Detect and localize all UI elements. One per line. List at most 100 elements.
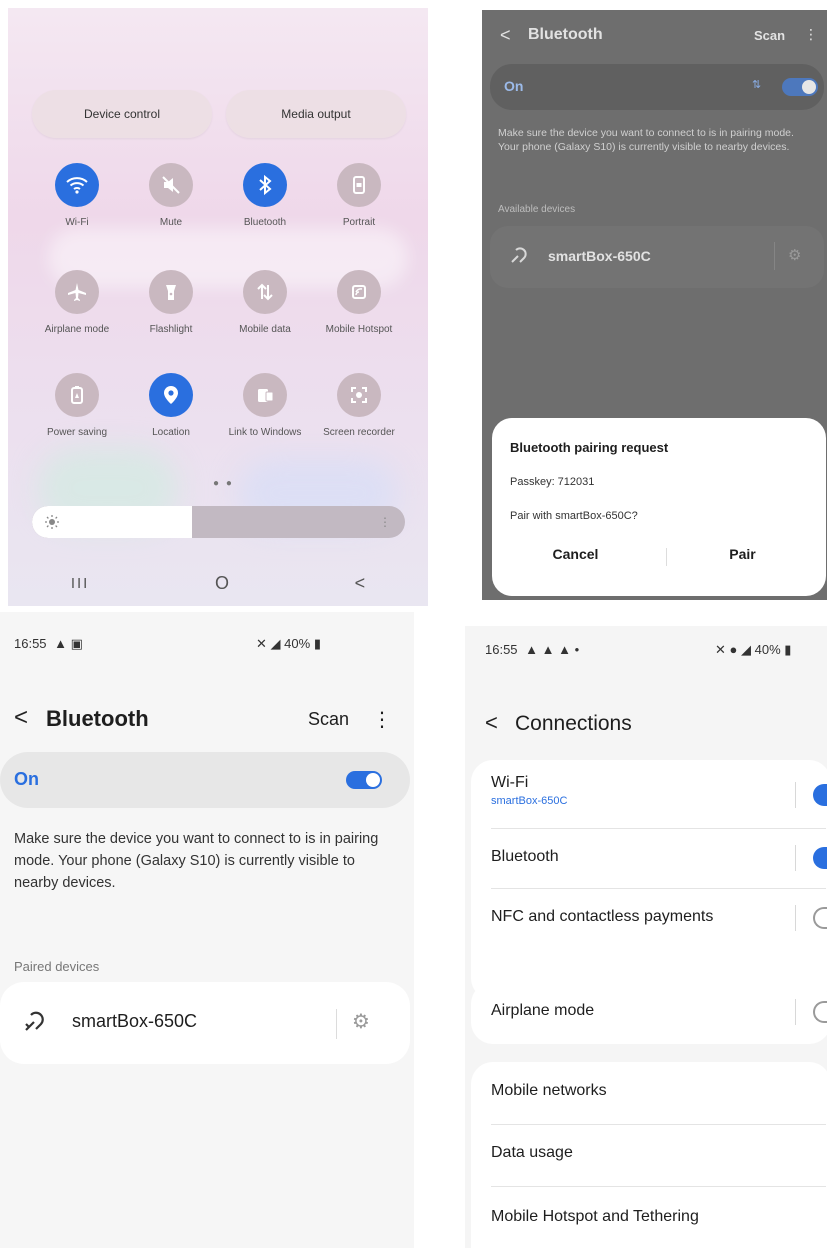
mute-status-icon: ✕ <box>256 636 267 651</box>
airplane-mode-row[interactable]: Airplane mode <box>491 1002 821 1020</box>
device-earbuds-icon <box>22 1010 46 1039</box>
link-to-windows-icon <box>243 373 287 417</box>
tile-flashlight[interactable]: Flashlight <box>126 270 216 336</box>
tile-label: Mute <box>159 217 183 228</box>
tile-label: Screen recorder <box>323 427 395 438</box>
tile-bluetooth[interactable]: Bluetooth <box>220 163 310 229</box>
scan-button[interactable]: Scan <box>754 28 785 43</box>
sync-icon: ⇅ <box>752 79 762 91</box>
page-title: Connections <box>515 712 632 735</box>
tile-portrait[interactable]: Portrait <box>314 163 404 229</box>
brightness-slider[interactable]: ⋮ <box>32 506 405 538</box>
bluetooth-toggle[interactable] <box>782 78 818 96</box>
quick-settings-panel: Device control Media output Wi-Fi Mute B… <box>8 8 428 606</box>
tile-label: Power saving <box>46 427 108 438</box>
device-earbuds-icon <box>508 246 528 271</box>
nfc-label: NFC and contactless payments <box>491 908 714 925</box>
mute-status-icon: ✕ <box>715 642 726 657</box>
device-name: smartBox-650C <box>548 248 651 264</box>
status-bar-left: 16:55 ▲ ▲ ▲ • <box>485 642 579 657</box>
back-chevron-icon[interactable]: < <box>500 25 511 46</box>
bluetooth-pairing-screen: < Bluetooth Scan ⋮ On ⇅ Make sure the de… <box>482 10 827 600</box>
airplane-mode-label: Airplane mode <box>491 1002 595 1019</box>
data-usage-label: Data usage <box>491 1144 573 1161</box>
status-bar-right: ✕ ◢ 40% ▮ <box>256 636 321 652</box>
bluetooth-toggle[interactable] <box>346 771 382 789</box>
cancel-button[interactable]: Cancel <box>492 546 659 562</box>
mobile-networks-row[interactable]: Mobile networks <box>491 1082 821 1100</box>
screen-recorder-icon <box>337 373 381 417</box>
more-options-icon[interactable]: ⋮ <box>372 707 392 732</box>
tile-label: Mobile data <box>239 324 291 335</box>
wifi-row[interactable]: Wi-Fi smartBox-650C <box>491 774 821 807</box>
tile-mobile-hotspot[interactable]: Mobile Hotspot <box>314 270 404 336</box>
device-control-button[interactable]: Device control <box>32 90 212 138</box>
tile-wifi[interactable]: Wi-Fi <box>32 163 122 229</box>
description-text: Make sure the device you want to connect… <box>14 831 379 891</box>
on-label: On <box>504 78 524 94</box>
hotspot-label: Mobile Hotspot and Tethering <box>491 1208 699 1225</box>
media-output-button[interactable]: Media output <box>226 90 406 138</box>
tile-airplane-mode[interactable]: Airplane mode <box>32 270 122 336</box>
connections-screen: 16:55 ▲ ▲ ▲ • ✕ ● ◢ 40% ▮ < Connections … <box>465 626 827 1248</box>
tile-screen-recorder[interactable]: Screen recorder <box>314 373 404 439</box>
page-indicator: ● ● <box>213 478 234 489</box>
connections-card-3: Mobile networks Data usage Mobile Hotspo… <box>471 1062 827 1248</box>
mobile-data-icon <box>243 270 287 314</box>
back-button[interactable]: < <box>355 573 366 594</box>
tile-label: Wi-Fi <box>65 217 89 228</box>
battery-level: 40% <box>754 642 781 657</box>
tile-label: Flashlight <box>149 324 193 335</box>
wifi-icon <box>55 163 99 207</box>
battery-status-icon: ▮ <box>313 636 321 651</box>
tile-label: Link to Windows <box>228 427 302 438</box>
tile-label: Location <box>152 427 190 438</box>
pairing-dialog: Bluetooth pairing request Passkey: 71203… <box>492 418 826 596</box>
device-name: smartBox-650C <box>72 1011 198 1031</box>
home-button[interactable]: O <box>215 573 229 594</box>
brightness-more-icon[interactable]: ⋮ <box>379 515 391 529</box>
recents-button[interactable]: III <box>71 575 90 592</box>
bluetooth-master-switch-row[interactable]: On ⇅ <box>490 64 824 110</box>
airplane-icon <box>55 270 99 314</box>
gear-icon[interactable]: ⚙ <box>788 246 801 264</box>
tile-mobile-data[interactable]: Mobile data <box>220 270 310 336</box>
battery-level: 40% <box>284 636 311 651</box>
tile-label: Airplane mode <box>44 324 110 335</box>
device-row[interactable]: smartBox-650C ⚙ <box>0 982 410 1064</box>
bluetooth-row[interactable]: Bluetooth <box>491 848 821 866</box>
data-usage-row[interactable]: Data usage <box>491 1144 821 1162</box>
wifi-label: Wi-Fi <box>491 774 529 791</box>
description-text: Make sure the device you want to connect… <box>498 127 794 153</box>
more-options-icon[interactable]: ⋮ <box>804 26 818 43</box>
back-chevron-icon[interactable]: < <box>14 704 28 732</box>
pair-button[interactable]: Pair <box>659 546 826 562</box>
page-title: Bluetooth <box>528 26 603 43</box>
scan-button[interactable]: Scan <box>308 709 349 730</box>
device-row[interactable]: smartBox-650C ⚙ <box>490 226 824 288</box>
navigation-bar: III O < <box>8 563 428 603</box>
tile-link-to-windows[interactable]: Link to Windows <box>220 373 310 439</box>
bluetooth-label: Bluetooth <box>491 848 559 865</box>
hotspot-row[interactable]: Mobile Hotspot and Tethering <box>491 1208 821 1226</box>
notification-icons: ▲ ▣ <box>54 636 83 651</box>
tile-label: Portrait <box>342 217 376 228</box>
on-label: On <box>14 769 39 789</box>
gear-icon[interactable]: ⚙ <box>352 1009 370 1034</box>
signal-icon: ◢ <box>741 642 752 657</box>
notification-icons: ▲ ▲ ▲ • <box>525 642 580 657</box>
status-time: 16:55 <box>14 636 47 651</box>
bluetooth-master-switch-row[interactable]: On <box>0 752 410 808</box>
tile-location[interactable]: Location <box>126 373 216 439</box>
tile-mute[interactable]: Mute <box>126 163 216 229</box>
nfc-row[interactable]: NFC and contactless payments <box>491 908 821 926</box>
tile-power-saving[interactable]: Power saving <box>32 373 122 439</box>
back-chevron-icon[interactable]: < <box>485 710 498 736</box>
sun-icon <box>44 514 60 535</box>
section-header: Paired devices <box>14 959 100 974</box>
status-time: 16:55 <box>485 642 518 657</box>
app-bar: < Bluetooth Scan ⋮ <box>482 10 827 60</box>
hotspot-icon <box>337 270 381 314</box>
signal-icon: ◢ <box>270 636 281 651</box>
bluetooth-screen: 16:55 ▲ ▣ ✕ ◢ 40% ▮ < Bluetooth Scan ⋮ O… <box>0 612 414 1248</box>
